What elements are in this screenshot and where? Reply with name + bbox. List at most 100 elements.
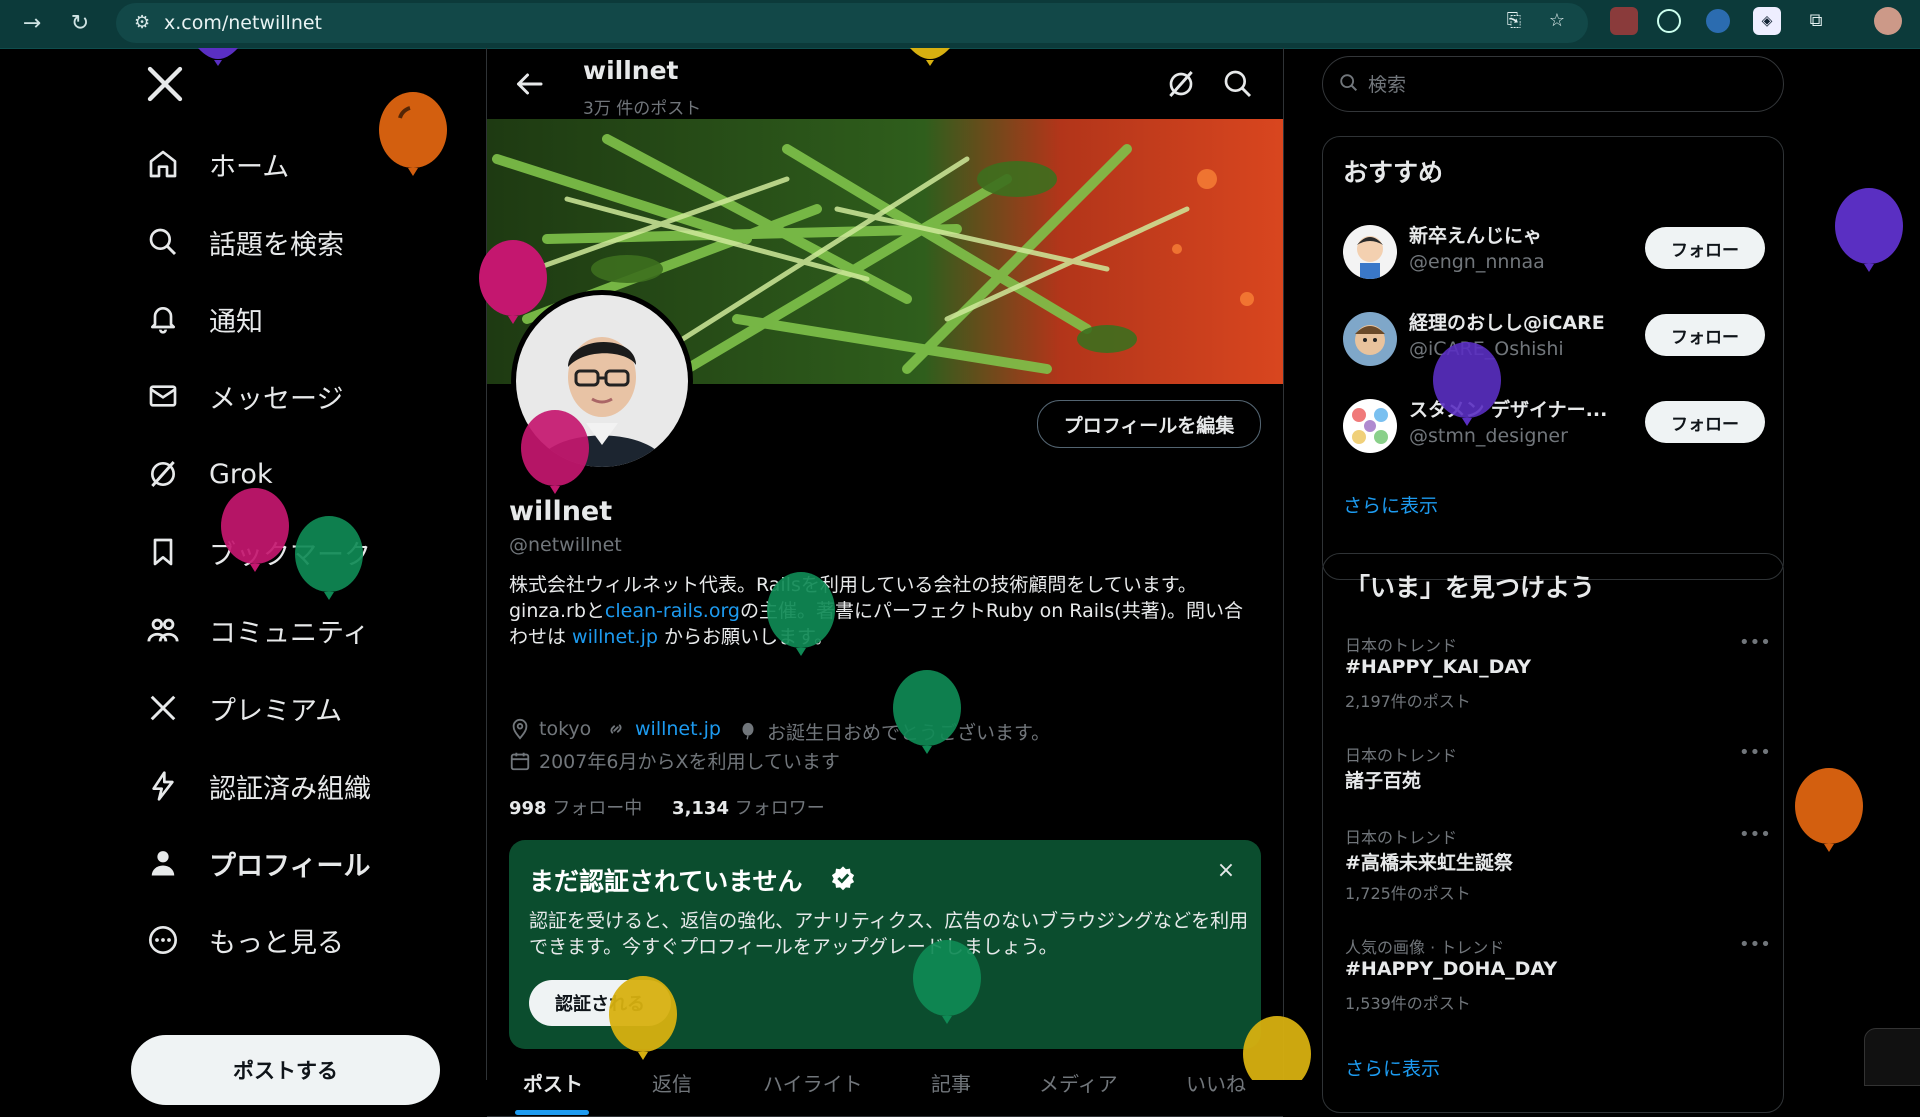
puzzle-icon[interactable]: ⧉ — [1802, 7, 1830, 35]
show-more-link[interactable]: さらに表示 — [1343, 491, 1438, 518]
more-options-icon[interactable]: ••• — [1739, 934, 1771, 958]
nav-communities[interactable]: コミュニティ — [145, 600, 369, 660]
search-icon[interactable] — [1222, 68, 1254, 100]
post-button[interactable]: ポストする — [131, 1035, 440, 1105]
nav-label: プレミアム — [209, 695, 343, 727]
panel-title: おすすめ — [1343, 158, 1444, 187]
x-logo-icon[interactable] — [145, 64, 185, 104]
trend-context: 日本のトレンド — [1345, 746, 1458, 765]
browser-toolbar: → ↻ ⚙ x.com/netwillnet ⎘ ☆ ◈ ⧉ — [0, 0, 1920, 49]
profile-tabs: ポスト 返信 ハイライト 記事 メディア いいね — [487, 1048, 1283, 1117]
bio-link-willnet[interactable]: willnet.jp — [572, 626, 658, 648]
nav-premium[interactable]: プレミアム — [145, 678, 342, 738]
website-link[interactable]: willnet.jp — [635, 718, 721, 740]
reload-icon[interactable]: ↻ — [64, 8, 96, 40]
trend-item[interactable]: 日本のトレンド #高橋未来虹生誕祭 1,725件のポスト ••• — [1323, 824, 1785, 924]
nav-label: ホーム — [209, 151, 290, 183]
profile-avatar-icon[interactable] — [1874, 7, 1902, 35]
header-profile-name: willnet — [583, 56, 679, 85]
nav-bookmarks[interactable]: ブックマーク — [145, 522, 371, 582]
nav-grok[interactable]: Grok — [145, 444, 273, 504]
following-label: フォロー中 — [552, 798, 643, 819]
profile-column: willnet 3万 件のポスト プロフィールを編集 willnet @netw… — [486, 48, 1284, 1117]
avatar — [1343, 312, 1397, 366]
recommended-user[interactable]: 新卒えんじにゃ @engn_nnnaa フォロー — [1323, 213, 1785, 301]
following-link[interactable]: 998 フォロー中 — [509, 798, 642, 819]
search-icon — [145, 224, 181, 260]
install-app-icon[interactable]: ⎘ — [1500, 7, 1528, 35]
nav-notifications[interactable]: 通知 — [145, 289, 263, 349]
profile-location: tokyo — [509, 718, 591, 740]
profile-name: willnet — [509, 496, 613, 527]
more-options-icon[interactable]: ••• — [1739, 742, 1771, 766]
recommended-user[interactable]: スタメン デザイナー... @stmn_designer フォロー — [1323, 387, 1785, 475]
nav-label: ブックマーク — [209, 539, 371, 571]
extension-icon[interactable] — [1610, 7, 1638, 35]
forward-icon[interactable]: → — [16, 8, 48, 40]
tab-highlights[interactable]: ハイライト — [763, 1048, 863, 1116]
profile-website[interactable]: willnet.jp — [605, 718, 721, 740]
tab-likes[interactable]: いいね — [1186, 1048, 1246, 1116]
back-arrow-icon[interactable] — [511, 66, 547, 102]
nav-label: 話題を検索 — [209, 229, 344, 261]
trend-name: 諸子百苑 — [1345, 770, 1422, 792]
show-more-link[interactable]: さらに表示 — [1345, 1054, 1440, 1081]
verify-card-title: まだ認証されていません — [529, 867, 803, 896]
tab-articles[interactable]: 記事 — [931, 1048, 971, 1116]
trend-name: #HAPPY_KAI_DAY — [1345, 656, 1532, 678]
nav-explore[interactable]: 話題を検索 — [145, 212, 344, 272]
nav-messages[interactable]: メッセージ — [145, 366, 343, 426]
active-tab-indicator — [515, 1110, 589, 1115]
more-options-icon[interactable]: ••• — [1739, 824, 1771, 848]
nav-home[interactable]: ホーム — [145, 134, 289, 194]
profile-avatar[interactable] — [511, 290, 693, 472]
avatar — [1343, 225, 1397, 279]
profile-birthday: お誕生日おめでとうございます。 — [737, 718, 1050, 745]
trend-item[interactable]: 人気の画像 · トレンド #HAPPY_DOHA_DAY 1,539件のポスト … — [1323, 934, 1785, 1034]
get-verified-button[interactable]: 認証される — [529, 980, 671, 1026]
url-text[interactable]: x.com/netwillnet — [164, 12, 322, 34]
extension-icon[interactable] — [1706, 9, 1730, 33]
bookmark-star-icon[interactable]: ☆ — [1543, 7, 1571, 35]
following-count: 998 — [509, 798, 547, 819]
nav-label: もっと見る — [209, 927, 344, 959]
grok-floating-icon[interactable] — [1864, 1028, 1920, 1086]
who-to-follow-panel: おすすめ 新卒えんじにゃ @engn_nnnaa フォロー 経理のおしし@iCA… — [1322, 136, 1784, 580]
more-options-icon[interactable]: ••• — [1739, 632, 1771, 656]
nav-profile[interactable]: プロフィール — [145, 833, 370, 893]
trend-item[interactable]: 日本のトレンド #HAPPY_KAI_DAY 2,197件のポスト ••• — [1323, 632, 1785, 732]
nav-label: プロフィール — [209, 850, 371, 882]
close-icon[interactable]: × — [1213, 858, 1239, 884]
follow-stats: 998 フォロー中 3,134 フォロワー — [509, 794, 825, 820]
followers-link[interactable]: 3,134 フォロワー — [672, 798, 825, 819]
follow-button[interactable]: フォロー — [1645, 227, 1765, 269]
bio-link-clean-rails[interactable]: clean-rails.org — [605, 600, 740, 622]
x-icon — [145, 690, 181, 726]
nav-more[interactable]: もっと見る — [145, 910, 344, 970]
profile-bio: 株式会社ウィルネット代表。Railsを利用している会社の技術顧問をしています。g… — [509, 572, 1259, 650]
trends-panel: 「いま」を見つけよう 日本のトレンド #HAPPY_KAI_DAY 2,197件… — [1322, 553, 1784, 1113]
trend-context: 日本のトレンド — [1345, 828, 1458, 847]
follow-button[interactable]: フォロー — [1645, 401, 1765, 443]
balloon-icon — [742, 722, 754, 740]
tab-posts[interactable]: ポスト — [523, 1048, 583, 1116]
bio-text: からお願いします。 — [657, 626, 834, 648]
edit-profile-button[interactable]: プロフィールを編集 — [1037, 400, 1261, 448]
tab-media[interactable]: メディア — [1039, 1048, 1118, 1116]
search-input[interactable] — [1366, 62, 1770, 108]
verification-prompt-card: まだ認証されていません × 認証を受けると、返信の強化、アナリティクス、広告のな… — [509, 840, 1261, 1049]
tab-replies[interactable]: 返信 — [652, 1048, 692, 1116]
grok-icon[interactable] — [1165, 68, 1197, 100]
trend-name: #高橋未来虹生誕祭 — [1345, 852, 1513, 874]
follow-button[interactable]: フォロー — [1645, 314, 1765, 356]
extension-icon[interactable]: ◈ — [1753, 7, 1781, 35]
nav-verified-orgs[interactable]: 認証済み組織 — [145, 756, 371, 816]
grammarly-icon[interactable] — [1657, 9, 1681, 33]
birthday-text: お誕生日おめでとうございます。 — [767, 722, 1051, 744]
avatar — [1343, 399, 1397, 453]
user-name: 新卒えんじにゃ — [1409, 225, 1543, 247]
profile-joined: 2007年6月からXを利用しています — [509, 747, 840, 774]
address-bar[interactable]: ⚙ x.com/netwillnet — [116, 3, 1588, 43]
site-settings-icon[interactable]: ⚙ — [134, 12, 156, 34]
recommended-user[interactable]: 経理のおしし@iCARE @iCARE_Oshishi フォロー — [1323, 300, 1785, 388]
